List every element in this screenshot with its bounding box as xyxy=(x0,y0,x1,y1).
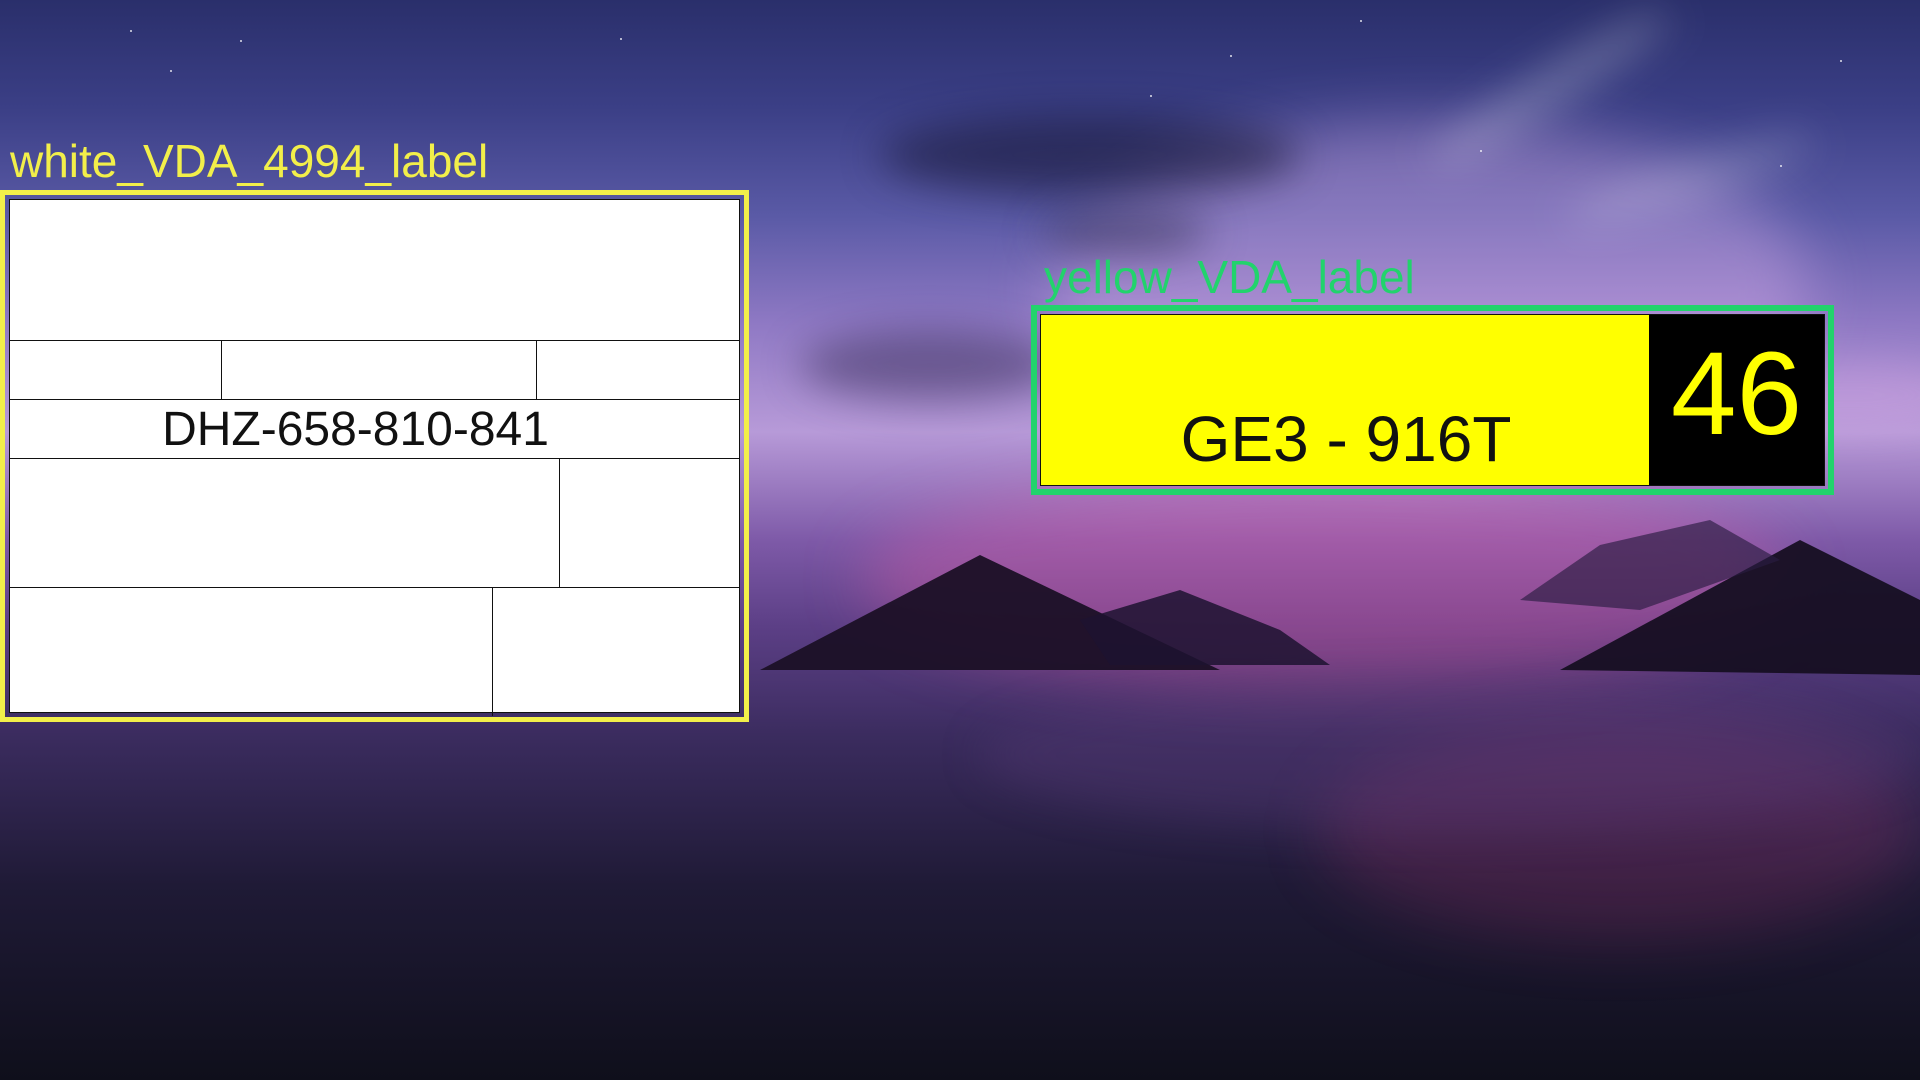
star xyxy=(1360,20,1362,22)
star xyxy=(1480,150,1482,152)
divider-line xyxy=(10,340,739,341)
yellow-label-code: GE3 - 916T xyxy=(1180,403,1512,475)
star xyxy=(1150,95,1152,97)
divider-line xyxy=(10,458,739,459)
divider-line xyxy=(536,340,537,399)
white-label-caption: white_VDA_4994_label xyxy=(10,135,489,187)
white-vda-label: DHZ-658-810-841 xyxy=(9,199,740,716)
divider-line xyxy=(492,587,493,716)
white-label-code: DHZ-658-810-841 xyxy=(162,403,549,456)
star xyxy=(170,70,172,72)
yellow-label-caption: yellow_VDA_label xyxy=(1044,251,1415,303)
star xyxy=(620,38,622,40)
yellow-label-number-panel: 46 xyxy=(1649,315,1824,485)
star xyxy=(1230,55,1232,57)
divider-line xyxy=(10,399,739,400)
star xyxy=(1780,165,1782,167)
scene: white_VDA_4994_label DHZ-658-810-841 yel… xyxy=(0,0,1920,1080)
white-label-bounding-box: DHZ-658-810-841 xyxy=(0,190,749,722)
yellow-vda-label: GE3 - 916T 46 xyxy=(1040,314,1825,486)
divider-line xyxy=(10,587,739,588)
divider-line xyxy=(221,340,222,399)
star xyxy=(1840,60,1842,62)
star xyxy=(130,30,132,32)
yellow-label-number: 46 xyxy=(1670,328,1803,460)
divider-line xyxy=(559,458,560,587)
star xyxy=(240,40,242,42)
yellow-label-bounding-box: GE3 - 916T 46 xyxy=(1031,305,1834,495)
